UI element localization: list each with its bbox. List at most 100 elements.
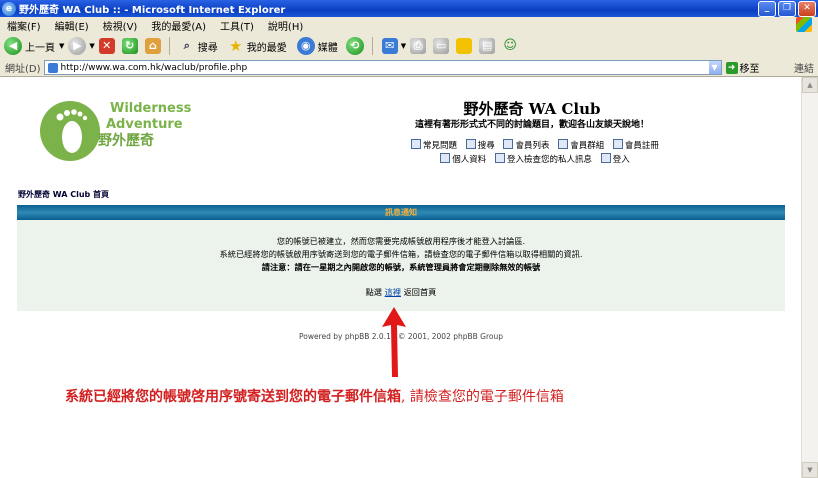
scroll-down-icon[interactable]: ▼ — [802, 462, 818, 478]
logo-line2: Adventure — [106, 117, 183, 132]
star-icon: ★ — [229, 37, 243, 55]
address-input[interactable]: http://www.wa.com.hk/waclub/profile.php … — [43, 60, 722, 75]
mail-icon: ✉ — [381, 38, 398, 54]
nav-links: 常見問題 搜尋 會員列表 會員群組 會員註冊 個人資料 登入檢查您的私人訊息 登… — [380, 139, 690, 167]
logo-line3: 野外歷奇 — [98, 133, 154, 149]
history-button[interactable]: ⟲ — [345, 37, 367, 55]
login-icon — [600, 153, 611, 163]
links-button[interactable]: 連結 — [794, 60, 814, 75]
register-icon — [612, 139, 623, 149]
footprint-logo-icon — [40, 101, 100, 161]
back-dropdown-icon[interactable]: ▼ — [59, 42, 64, 50]
media-label: 媒體 — [317, 42, 338, 54]
message-line1: 您的帳號已被建立，然而您需要完成帳號啟用程序後才能登入討論區. — [276, 236, 526, 246]
go-arrow-icon: ➜ — [725, 61, 738, 74]
back-label: 上一頁 — [25, 42, 55, 54]
annotation-part2: , 請檢查您的電子郵件信箱 — [401, 389, 564, 405]
logo-text: Wilderness Adventure 野外歷奇 — [98, 101, 192, 149]
refresh-button[interactable]: ↻ — [121, 38, 141, 54]
address-bar: 網址(D) http://www.wa.com.hk/waclub/profil… — [0, 59, 818, 77]
message-icon — [494, 153, 505, 163]
nav-faq[interactable]: 常見問題 — [411, 139, 457, 151]
close-button[interactable]: ✕ — [798, 1, 816, 17]
menu-view[interactable]: 檢視(V) — [96, 18, 145, 33]
site-description: 這裡有著形形式式不同的討論題目，歡迎各山友談天說地！ — [414, 120, 649, 130]
window-titlebar: e 野外歷奇 WA Club :: - Microsoft Internet E… — [0, 0, 818, 17]
message-panel: 訊息通知 您的帳號已被建立，然而您需要完成帳號啟用程序後才能登入討論區. 系統已… — [17, 205, 785, 311]
print-icon: ⎙ — [410, 38, 427, 54]
nav-search[interactable]: 搜尋 — [465, 139, 495, 151]
note-icon — [456, 38, 473, 54]
annotation-arrow-icon — [382, 307, 406, 377]
menu-bar: 檔案(F) 編輯(E) 檢視(V) 我的最愛(A) 工具(T) 說明(H) — [0, 17, 818, 34]
forward-dropdown-icon[interactable]: ▼ — [89, 42, 94, 50]
back-arrow-icon: ◀ — [4, 37, 22, 55]
page-content: Wilderness Adventure 野外歷奇 野外歷奇 WA Club 這… — [0, 77, 801, 478]
return-home-link[interactable]: 這裡 — [385, 287, 401, 297]
stop-icon: ✕ — [98, 38, 115, 54]
nav-groups[interactable]: 會員群組 — [558, 139, 604, 151]
address-dropdown-icon[interactable]: ▼ — [708, 61, 721, 74]
memberlist-icon — [503, 139, 514, 149]
ie-icon: e — [2, 1, 16, 16]
scroll-up-icon[interactable]: ▲ — [802, 77, 818, 93]
window-title: 野外歷奇 WA Club :: - Microsoft Internet Exp… — [19, 5, 286, 16]
search-button[interactable]: ⌕ 搜尋 — [179, 38, 218, 54]
menu-file[interactable]: 檔案(F) — [0, 18, 48, 33]
maximize-button[interactable]: ❐ — [778, 1, 796, 17]
nav-memberlist[interactable]: 會員列表 — [503, 139, 550, 151]
nav-private-messages[interactable]: 登入檢查您的私人訊息 — [494, 153, 592, 165]
page-icon — [47, 62, 58, 73]
site-logo[interactable]: Wilderness Adventure 野外歷奇 — [38, 99, 198, 163]
messenger-button[interactable]: ☺ — [502, 38, 521, 54]
address-label: 網址(D) — [5, 64, 41, 75]
discuss-button[interactable] — [456, 38, 475, 54]
menu-edit[interactable]: 編輯(E) — [48, 18, 96, 33]
favorites-label: 我的最愛 — [246, 42, 287, 54]
address-url[interactable]: http://www.wa.com.hk/waclub/profile.php — [61, 63, 248, 73]
breadcrumb-index-link[interactable]: 野外歷奇 WA Club 首頁 — [18, 189, 109, 200]
history-icon: ⟲ — [345, 37, 364, 55]
message-line2: 系統已經將您的帳號啟用序號寄送到您的電子郵件信箱，請檢查您的電子郵件信箱以取得相… — [219, 249, 583, 259]
faq-icon — [411, 139, 422, 149]
refresh-icon: ↻ — [121, 38, 138, 54]
mail-button[interactable]: ✉ ▼ — [381, 38, 406, 54]
media-icon: ◉ — [296, 37, 315, 55]
panel-header: 訊息通知 — [17, 205, 785, 220]
nav-login[interactable]: 登入 — [600, 153, 630, 165]
menu-favorites[interactable]: 我的最愛(A) — [144, 18, 213, 33]
forward-button[interactable]: ▶ ▼ — [68, 37, 95, 55]
messenger-icon: ☺ — [503, 38, 517, 53]
go-label: 移至 — [739, 64, 760, 75]
return-home-text: 點選 這裡 返回首頁 — [365, 287, 437, 297]
nav-register[interactable]: 會員註冊 — [612, 139, 659, 151]
profile-icon — [440, 153, 451, 163]
forward-arrow-icon: ▶ — [68, 37, 87, 55]
menu-tools[interactable]: 工具(T) — [213, 18, 261, 33]
vertical-scrollbar[interactable]: ▲ ▼ — [801, 77, 818, 478]
message-warning: 請注意：請在一星期之內開啟您的帳號，系統管理員將會定期刪除無效的帳號 — [261, 262, 541, 272]
menu-help[interactable]: 說明(H) — [261, 18, 310, 33]
home-button[interactable]: ⌂ — [144, 38, 164, 54]
media-button[interactable]: ◉ 媒體 — [296, 37, 338, 55]
print-button[interactable]: ⎙ — [410, 38, 429, 54]
mail-dropdown-icon[interactable]: ▼ — [401, 42, 406, 50]
search-icon: ⌕ — [183, 39, 190, 52]
favorites-button[interactable]: ★ 我的最愛 — [228, 38, 287, 54]
go-button[interactable]: ➜ 移至 — [725, 60, 760, 75]
site-title: 野外歷奇 WA Club — [463, 100, 601, 118]
annotation-text: 系統已經將您的帳號啓用序號寄送到您的電子郵件信箱, 請檢查您的電子郵件信箱 — [65, 386, 765, 406]
groups-icon — [558, 139, 569, 149]
annotation-part1: 系統已經將您的帳號啓用序號寄送到您的電子郵件信箱 — [65, 389, 401, 405]
logo-line1: Wilderness — [110, 101, 192, 116]
back-button[interactable]: ◀ 上一頁 ▼ — [4, 37, 64, 55]
edit-button[interactable]: ▭ — [433, 38, 452, 54]
research-button[interactable]: ▤ — [479, 38, 498, 54]
minimize-button[interactable]: _ — [758, 1, 776, 17]
toolbar: ◀ 上一頁 ▼ ▶ ▼ ✕ ↻ ⌂ ⌕ 搜尋 ★ 我的最愛 ◉ 媒體 ⟲ ✉ ▼ … — [0, 33, 818, 60]
stop-button[interactable]: ✕ — [98, 38, 118, 54]
nav-profile[interactable]: 個人資料 — [440, 153, 486, 165]
windows-logo-icon — [796, 17, 812, 32]
edit-icon: ▭ — [433, 38, 450, 54]
search-icon — [465, 139, 476, 149]
